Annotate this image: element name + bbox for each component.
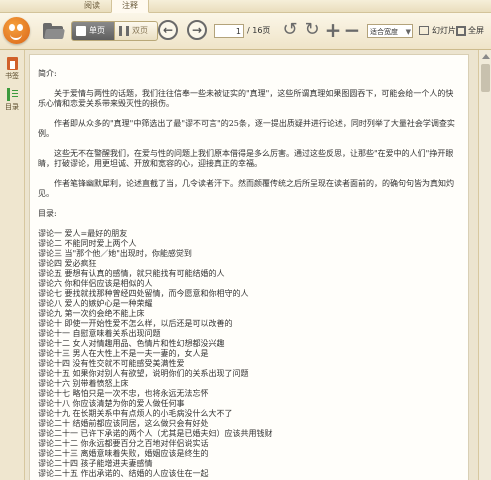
toc-item: 谬论九 第一次约会绝不能上床: [38, 309, 145, 318]
toolbar: 单页 双页 ← → 1 / 16页 ↺ ↻ + − 适合宽度 ▼ 幻灯片 全屏: [0, 13, 491, 50]
toc-item: 谬论十四 没有性交就不可能感受美满性爱: [38, 359, 185, 368]
double-page-button[interactable]: 双页: [114, 21, 158, 41]
double-page-icon: [119, 26, 129, 36]
tab-annotate[interactable]: 注释: [111, 0, 149, 13]
intro-paragraph-4: 作者笔锋幽默犀利，论述直截了当，几令读者汗下。然而颜覆传统之后所呈现在读者面前的…: [38, 179, 454, 198]
single-page-label: 单页: [89, 26, 105, 35]
sidebar-toc-label: 目录: [5, 103, 19, 111]
prev-page-button[interactable]: ←: [158, 20, 178, 40]
toc-item: 谬论十三 男人在大性上不是一夫一妻的，女人是: [38, 349, 209, 358]
toc-item: 谬论十七 略怕只是一次不忠，也将永远无法忘怀: [38, 389, 209, 398]
toc-item: 谬论十九 在长期关系中有点烦人的小毛病没什么大不了: [38, 409, 233, 418]
toc-item: 谬论十一 自慰意味着关系出现问题: [38, 329, 161, 338]
toc-item: 谬论六 你和伴侣应该是相似的人: [38, 279, 153, 288]
tab-read[interactable]: 阅读: [75, 0, 109, 12]
reader-logo-icon[interactable]: [3, 17, 30, 44]
double-page-label: 双页: [132, 26, 148, 35]
arrow-left-icon: ←: [162, 23, 174, 37]
logo-mouth: [10, 34, 22, 40]
open-folder-icon[interactable]: [42, 20, 65, 42]
toc-item: 谬论十 即使一开始性爱不怎么样，以后还是可以改善的: [38, 319, 233, 328]
toc-item: 谬论四 爱必疯狂: [38, 259, 97, 268]
toc-list: 谬论一 爱人=最好的朋友 谬论二 不能同时爱上两个人 谬论三 当"那个他／她"出现时…: [38, 229, 458, 479]
fullscreen-icon: [456, 26, 466, 36]
single-page-button[interactable]: 单页: [71, 21, 115, 41]
document-content: 简介: 关于爱情与两性的话题，我们往往信奉一些未被证实的"真理"，这些所谓真理如…: [38, 69, 458, 479]
toc-item: 谬论二十四 孩子能增进夫妻感情: [38, 459, 153, 468]
sidebar-item-toc[interactable]: 目录: [0, 88, 24, 112]
toc-item: 谬论一 爱人=最好的朋友: [38, 229, 128, 238]
document-page: 简介: 关于爱情与两性的话题，我们往往信奉一些未被证实的"真理"，这些所谓真理如…: [29, 54, 469, 480]
folder-front-shape: [44, 29, 65, 39]
toc-item: 谬论八 爱人的嫉妒心是一种荣耀: [38, 299, 153, 308]
zoom-select-value: 适合宽度: [370, 28, 398, 36]
toc-item: 谬论二十一 已许下承诺的两个人（尤其是已婚夫妇）应该共用钱财: [38, 429, 273, 438]
toc-item: 谬论二十五 作出承诺的、结婚的人应该住在一起: [38, 469, 209, 478]
fullscreen-label: 全屏: [468, 26, 484, 35]
toc-item: 谬论三 当"那个他／她"出现时，你能感觉到: [38, 249, 192, 258]
next-page-button[interactable]: →: [187, 20, 207, 40]
left-sidebar: 书签 目录: [0, 50, 25, 480]
toc-item: 谬论十二 女人对情趣用品、色情片和性幻想都没兴趣: [38, 339, 225, 348]
toc-item: 谬论二十二 你永远都要百分之百地对伴侣说实话: [38, 439, 209, 448]
intro-heading: 简介:: [38, 69, 57, 78]
intro-paragraph-2: 作者即从众多的"真理"中筛选出了最"谬不可言"的25条，逐一提出质疑并进行论述，…: [38, 119, 455, 138]
toc-item: 谬论二 不能同时爱上两个人: [38, 239, 137, 248]
toc-icon: [6, 88, 18, 101]
document-viewport[interactable]: 简介: 关于爱情与两性的话题，我们往往信奉一些未被证实的"真理"，这些所谓真理如…: [25, 50, 477, 480]
tab-strip: 阅读 注释: [0, 0, 491, 13]
toc-item: 谬论七 要找就找那种曾经四处留情，而今愿意和你相守的人: [38, 289, 249, 298]
toc-item: 谬论十六 别带着愤怒上床: [38, 379, 129, 388]
logo-eye-right: [17, 24, 23, 31]
toc-item: 谬论十五 如果你对别人有欲望，说明你们的关系出现了问题: [38, 369, 249, 378]
scrollbar-thumb[interactable]: [481, 64, 490, 92]
page-number-input[interactable]: 1: [214, 24, 244, 38]
scroll-up-icon[interactable]: [482, 54, 490, 59]
slideshow-icon: [419, 26, 429, 35]
zoom-select[interactable]: 适合宽度 ▼: [367, 24, 413, 38]
toc-item: 谬论二十 结婚前都应该同居，这么做只会有好处: [38, 419, 209, 428]
toc-item: 谬论五 要想有认真的感情，就只能找有可能结婚的人: [38, 269, 225, 278]
logo-eye-left: [9, 24, 15, 31]
slideshow-label: 幻灯片: [432, 26, 456, 35]
rotate-right-icon[interactable]: ↻: [302, 20, 322, 40]
toc-item: 谬论二十三 离婚意味着失败，婚姻应该是终生的: [38, 449, 209, 458]
arrow-right-icon: →: [191, 23, 203, 37]
intro-paragraph-3: 这些无不在警醒我们，在爱与性的问题上我们原本借得是多么厉害。通过这些反思，让那些…: [38, 149, 454, 168]
chevron-down-icon: ▼: [405, 28, 411, 36]
slideshow-button[interactable]: 幻灯片: [419, 23, 456, 39]
zoom-in-icon[interactable]: +: [323, 19, 343, 41]
sidebar-bookmark-label: 书签: [5, 72, 19, 80]
vertical-scrollbar[interactable]: [478, 50, 491, 480]
sidebar-item-bookmark[interactable]: 书签: [0, 57, 24, 81]
fullscreen-button[interactable]: 全屏: [456, 23, 484, 39]
page-total-label: / 16页: [247, 26, 271, 35]
bookmark-icon: [6, 57, 18, 70]
intro-paragraph-1: 关于爱情与两性的话题，我们往往信奉一些未被证实的"真理"，这些所谓真理如果图圆吞…: [38, 89, 454, 108]
toc-item: 谬论十八 你应该清楚为你的爱人做任何事: [38, 399, 185, 408]
rotate-left-icon[interactable]: ↺: [280, 20, 300, 40]
zoom-out-icon[interactable]: −: [342, 19, 362, 41]
single-page-icon: [76, 26, 86, 36]
toc-heading: 目录:: [38, 209, 57, 218]
